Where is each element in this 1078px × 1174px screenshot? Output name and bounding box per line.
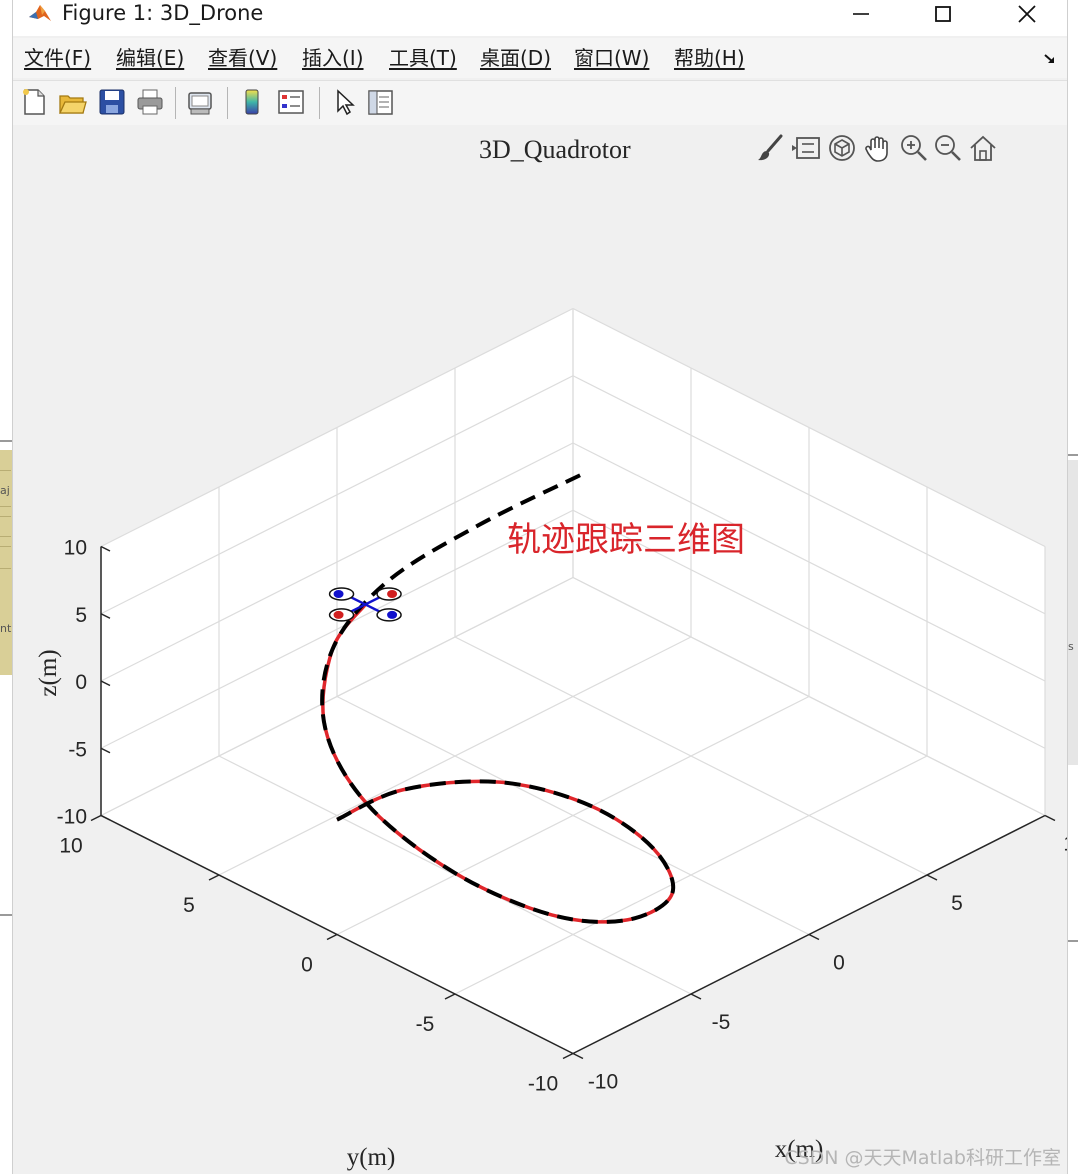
background-text: nt	[0, 622, 12, 635]
menu-edit[interactable]: 编辑(E)	[116, 46, 184, 70]
z-axis-label: z(m)	[35, 649, 62, 696]
menu-file[interactable]: 文件(F)	[24, 46, 91, 70]
menu-desktop[interactable]: 桌面(D)	[480, 46, 551, 70]
toolbar-separator	[319, 87, 320, 119]
figure-canvas[interactable]: -10-50510-10-50510-10-50510z(m)y(m)x(m) …	[13, 125, 1067, 1174]
y-tick-mark	[326, 933, 338, 941]
x-tick-mark	[690, 993, 702, 1000]
figure-toolbar	[13, 80, 1067, 126]
axes-3d[interactable]: -10-50510-10-50510-10-50510z(m)y(m)x(m)	[13, 125, 1067, 1174]
x-tick-mark	[808, 933, 820, 941]
background-text: s	[1068, 640, 1074, 653]
x-tick-mark	[926, 874, 938, 881]
y-tick-label: -5	[416, 1013, 435, 1036]
insert-colorbar-icon[interactable]	[237, 87, 267, 117]
rotor-hub	[333, 610, 344, 619]
zoom-in-icon[interactable]	[899, 133, 929, 163]
property-inspector-icon[interactable]	[365, 87, 395, 117]
menu-tools[interactable]: 工具(T)	[389, 46, 457, 70]
x-tick-label: 10	[1063, 833, 1067, 856]
x-tick-mark	[572, 1052, 584, 1060]
open-file-icon[interactable]	[57, 87, 87, 117]
z-tick-label: -5	[68, 738, 87, 761]
menu-insert[interactable]: 插入(I)	[302, 46, 364, 70]
x-tick-label: 0	[833, 952, 845, 975]
y-tick-mark	[90, 814, 102, 822]
axes-title: 3D_Quadrotor	[479, 135, 631, 164]
background-divider	[0, 440, 12, 442]
y-tick-mark	[208, 874, 220, 881]
new-figure-icon[interactable]	[19, 87, 49, 117]
window-title: Figure 1: 3D_Drone	[62, 1, 264, 25]
close-button[interactable]	[997, 0, 1057, 28]
print-icon[interactable]	[135, 87, 165, 117]
rotate-3d-icon[interactable]	[827, 133, 857, 163]
annotation-text: 轨迹跟踪三维图	[507, 520, 745, 560]
rotor-hub	[333, 589, 344, 598]
maximize-icon	[935, 6, 951, 22]
maximize-button[interactable]	[913, 0, 973, 28]
toolbar-separator	[227, 87, 228, 119]
edit-plot-icon[interactable]	[329, 87, 359, 117]
data-tips-icon[interactable]	[791, 133, 821, 163]
brush-icon[interactable]	[755, 133, 785, 163]
title-bar[interactable]: Figure 1: 3D_Drone	[13, 0, 1067, 36]
z-tick-label: 5	[75, 604, 87, 627]
minimize-button[interactable]	[831, 0, 891, 28]
x-tick-mark	[1044, 814, 1056, 822]
minimize-icon	[853, 13, 869, 15]
close-icon	[1018, 5, 1036, 23]
figure-window: Figure 1: 3D_Drone 文件(F) 编辑(E) 查看(V) 插入(…	[12, 0, 1068, 1174]
restore-view-icon[interactable]	[968, 133, 998, 163]
y-tick-mark	[444, 993, 456, 1000]
x-tick-label: 5	[951, 892, 963, 915]
link-plot-icon[interactable]	[185, 87, 215, 117]
y-tick-label: 0	[301, 954, 313, 977]
z-tick-label: 10	[64, 537, 87, 560]
save-icon[interactable]	[97, 87, 127, 117]
z-tick-label: 0	[75, 671, 87, 694]
y-tick-label: -10	[528, 1073, 558, 1096]
z-tick-label: -10	[57, 806, 87, 829]
pan-icon[interactable]	[863, 133, 893, 163]
y-tick-mark	[562, 1052, 574, 1060]
y-axis-label: y(m)	[347, 1144, 396, 1171]
menu-view[interactable]: 查看(V)	[208, 46, 277, 70]
y-tick-label: 10	[59, 835, 82, 858]
rotor-hub	[387, 589, 398, 598]
x-tick-label: -5	[712, 1011, 731, 1034]
zoom-out-icon[interactable]	[933, 133, 963, 163]
menu-help[interactable]: 帮助(H)	[674, 46, 745, 70]
background-divider	[0, 914, 12, 916]
x-tick-label: -10	[588, 1071, 618, 1094]
menu-window[interactable]: 窗口(W)	[574, 46, 649, 70]
y-tick-label: 5	[183, 894, 195, 917]
dock-figure-icon[interactable]	[1043, 52, 1057, 66]
rotor-hub	[387, 610, 398, 619]
matlab-logo-icon	[27, 2, 53, 26]
watermark-text: CSDN @天天Matlab科研工作室	[784, 1147, 1061, 1169]
menu-bar: 文件(F) 编辑(E) 查看(V) 插入(I) 工具(T) 桌面(D) 窗口(W…	[13, 38, 1067, 78]
background-text: aj	[0, 484, 10, 497]
toolbar-separator	[175, 87, 176, 119]
insert-legend-icon[interactable]	[276, 87, 306, 117]
